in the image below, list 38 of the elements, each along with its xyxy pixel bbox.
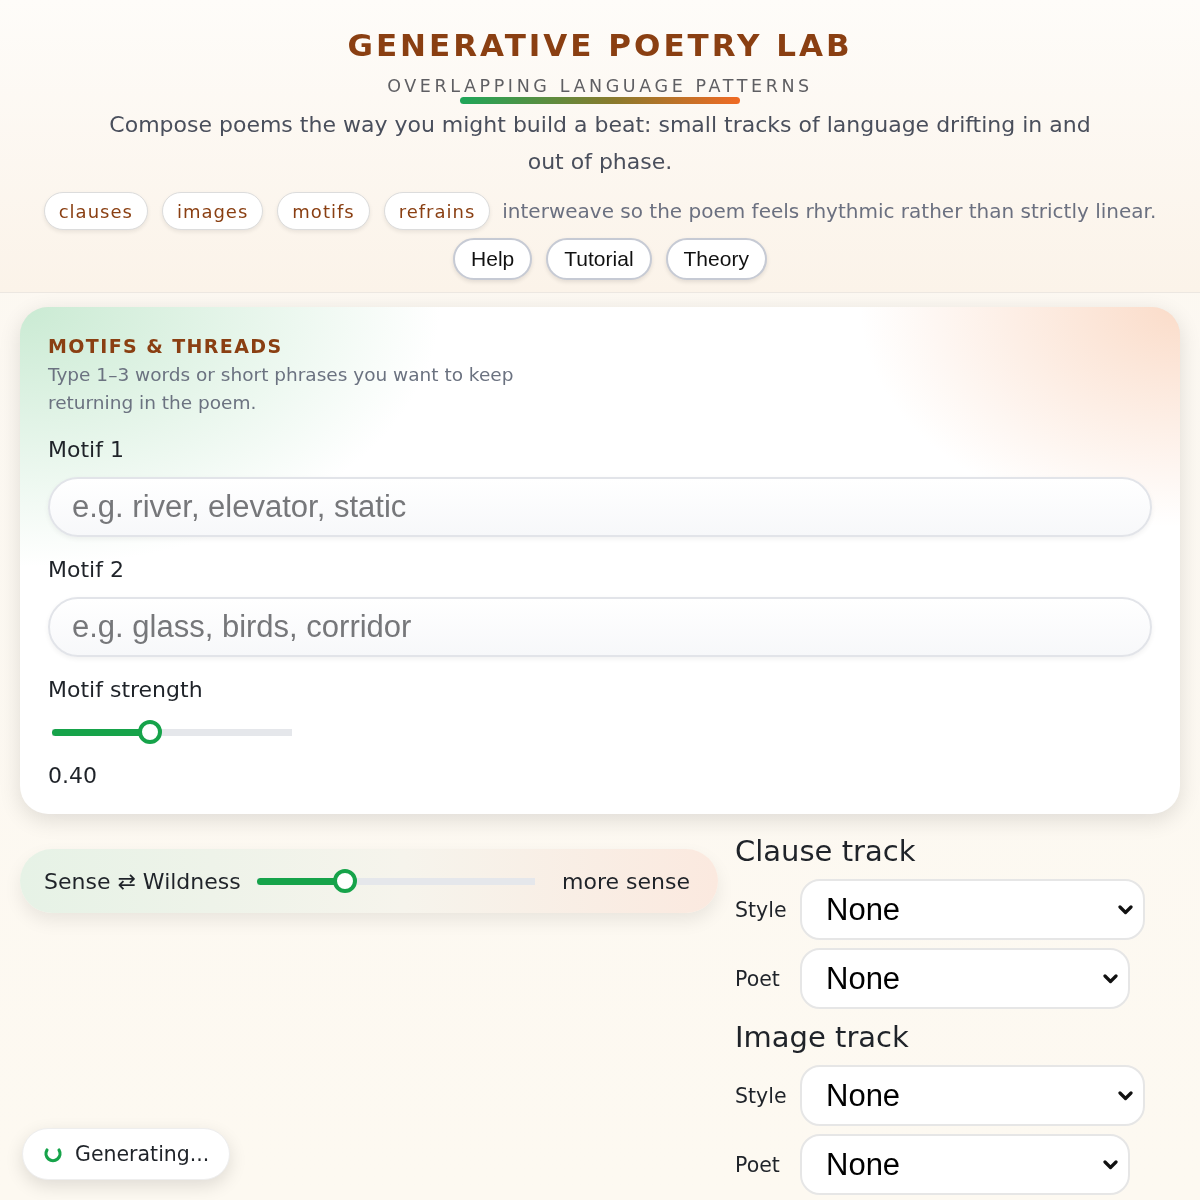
dropdown-select[interactable]: None: [800, 948, 1130, 1009]
select-label: Style: [735, 1083, 788, 1108]
motif-input[interactable]: e.g. glass, birds, corridor: [48, 597, 1152, 657]
field-label: Motif strength: [48, 676, 203, 704]
keyword-chip: refrains: [383, 192, 491, 230]
panel-hint: Type 1–3 words or short phrases you want to keep returning in the poem.: [48, 363, 515, 415]
keyword-chip: clauses: [43, 192, 148, 230]
app-title: GENERATIVE POETRY LAB: [347, 26, 853, 65]
slider-label: Sense ⇄ Wildness: [44, 868, 241, 894]
track-title: Image track: [735, 1019, 910, 1056]
panel-title: MOTIFS & THREADS: [48, 334, 284, 359]
field-label: Motif 1: [48, 436, 124, 464]
dropdown-select[interactable]: None: [800, 1134, 1130, 1195]
slider-reading: more sense: [562, 868, 690, 894]
field-label: Motif 2: [48, 556, 124, 584]
chevron-down-icon: [1118, 1090, 1133, 1101]
motif-input[interactable]: e.g. river, elevator, static: [48, 477, 1152, 537]
select-label: Style: [735, 897, 788, 922]
select-label: Poet: [735, 1152, 781, 1177]
slider-thumb[interactable]: [332, 869, 357, 893]
nav-button[interactable]: Tutorial: [546, 238, 652, 280]
track-title: Clause track: [735, 833, 917, 870]
select-label: Poet: [735, 966, 781, 991]
strength-value: 0.40: [48, 762, 98, 790]
status-text: Generating...: [75, 1142, 210, 1166]
chevron-down-icon: [1118, 904, 1133, 915]
nav-button[interactable]: Theory: [665, 238, 767, 280]
chevron-down-icon: [1103, 973, 1118, 984]
app-subtitle: OVERLAPPING LANGUAGE PATTERNS: [387, 75, 813, 97]
dropdown-select[interactable]: None: [800, 1065, 1145, 1126]
slider-thumb[interactable]: [138, 720, 163, 744]
chevron-down-icon: [1103, 1159, 1118, 1170]
keyword-chip: motifs: [277, 192, 370, 230]
chips-caption: interweave so the poem feels rhythmic rather than strictly linear.: [502, 199, 1157, 223]
nav-button[interactable]: Help: [453, 238, 533, 280]
intro-text: Compose poems the way you might build a beat: small tracks of language drifting in and out of phase.: [108, 111, 1092, 176]
keyword-chip: images: [161, 192, 264, 230]
dropdown-select[interactable]: None: [800, 879, 1145, 940]
